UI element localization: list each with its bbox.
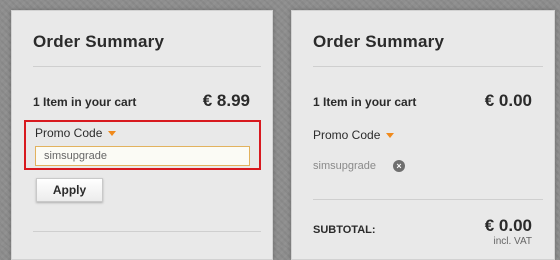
apply-button[interactable]: Apply bbox=[36, 178, 103, 202]
cart-total-price: € 8.99 bbox=[202, 91, 250, 110]
cart-items-label: 1 Item in your cart bbox=[313, 95, 417, 109]
order-summary-title: Order Summary bbox=[313, 32, 445, 51]
order-summary-panel-right: Order Summary 1 Item in your cart € 0.00… bbox=[291, 10, 555, 260]
remove-promo-icon[interactable]: × bbox=[393, 160, 405, 172]
cart-items-label: 1 Item in your cart bbox=[33, 95, 137, 109]
promo-code-section: Promo Code bbox=[24, 120, 261, 170]
divider bbox=[33, 66, 261, 67]
order-summary-panel-left: Order Summary 1 Item in your cart € 8.99… bbox=[11, 10, 273, 260]
applied-promo-code: simsupgrade bbox=[313, 160, 376, 172]
caret-down-icon[interactable] bbox=[108, 131, 117, 137]
promo-code-input[interactable] bbox=[35, 146, 250, 166]
order-summary-title: Order Summary bbox=[33, 32, 165, 51]
vat-note: incl. VAT bbox=[493, 236, 532, 247]
divider bbox=[313, 199, 543, 200]
promo-code-label: Promo Code bbox=[313, 128, 381, 142]
promo-code-label: Promo Code bbox=[35, 126, 103, 140]
divider bbox=[33, 231, 261, 232]
promo-code-toggle[interactable]: Promo Code bbox=[35, 126, 117, 140]
caret-down-icon[interactable] bbox=[386, 133, 395, 139]
promo-code-toggle[interactable]: Promo Code bbox=[313, 128, 395, 142]
cart-total-price: € 0.00 bbox=[484, 91, 532, 110]
subtotal-price: € 0.00 bbox=[484, 216, 532, 235]
divider bbox=[313, 66, 543, 67]
subtotal-label: SUBTOTAL: bbox=[313, 224, 376, 236]
